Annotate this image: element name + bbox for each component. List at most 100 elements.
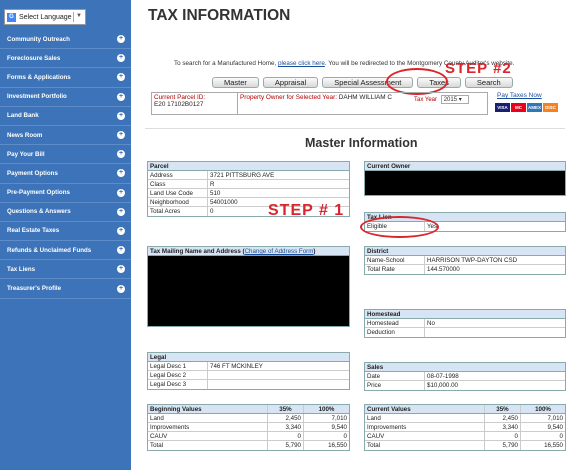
sidebar-item-news-room[interactable]: News Room +: [0, 126, 131, 146]
step1-annotation: STEP # 1: [268, 202, 345, 219]
table-row: Legal Desc 2: [148, 371, 349, 380]
current-parcel-cell: Current Parcel ID: E20 17102B0127: [152, 93, 238, 114]
table-row: Improvements 3,340 9,540: [365, 423, 565, 432]
row-label: Deduction: [365, 328, 425, 337]
row-label: Address: [148, 171, 208, 179]
tab-search[interactable]: Search: [464, 77, 513, 88]
current-values-table: Current Values 35% 100% Land 2,450 7,010 Imp…: [364, 404, 566, 451]
plus-icon[interactable]: +: [117, 284, 125, 293]
sidebar-item-label: Payment Options: [7, 169, 58, 177]
sidebar-item-forms-applications[interactable]: Forms & Applications +: [0, 68, 131, 88]
main-content: TAX INFORMATION To search for a Manufact…: [131, 0, 571, 470]
sales-table: Sales Date 08-07-1998 Price $10,000.00: [364, 362, 566, 391]
sidebar-item-refunds-unclaimed-funds[interactable]: Refunds & Unclaimed Funds +: [0, 241, 131, 261]
page-title: TAX INFORMATION: [148, 7, 291, 24]
sidebar-item-label: Real Estate Taxes: [7, 227, 60, 235]
row-value: 3,340: [268, 423, 304, 431]
manufactured-home-link[interactable]: please click here: [278, 60, 325, 67]
row-value: 510: [210, 190, 221, 197]
row-label: Land Use Code: [148, 189, 208, 197]
plus-icon[interactable]: +: [117, 73, 125, 82]
plus-icon[interactable]: +: [117, 111, 125, 120]
language-select[interactable]: G Select Language ▼: [4, 9, 86, 25]
district-header: District: [365, 247, 565, 256]
owner-label: Property Owner for Selected Year:: [240, 94, 337, 101]
sidebar-item-pay-your-bill[interactable]: Pay Your Bill +: [0, 145, 131, 165]
payment-cards: VISA MC AMEX DISC: [495, 103, 558, 112]
sales-header: Sales: [365, 363, 565, 372]
plus-icon[interactable]: +: [117, 92, 125, 101]
sidebar-item-label: Tax Liens: [7, 265, 36, 273]
chevron-down-icon: ▼: [76, 13, 82, 19]
row-value: 2,450: [485, 414, 521, 422]
homestead-table: Homestead Homestead No Deduction: [364, 309, 566, 338]
district-table: District Name-School HARRISON TWP-DAYTON …: [364, 246, 566, 275]
discover-icon: DISC: [543, 103, 558, 112]
step1-annotation-circle: [360, 216, 439, 238]
plus-icon[interactable]: +: [117, 169, 125, 178]
row-value: 144.570000: [427, 266, 460, 273]
table-row: Land Use Code 510: [148, 189, 349, 198]
row-label: Legal Desc 2: [148, 371, 208, 379]
plus-icon[interactable]: +: [117, 188, 125, 197]
table-row: Land 2,450 7,010: [365, 414, 565, 423]
row-value: 0: [268, 432, 304, 440]
sidebar-item-tax-liens[interactable]: Tax Liens +: [0, 260, 131, 280]
row-value: 7,010: [331, 415, 347, 422]
notice-text-before: To search for a Manufactured Home,: [174, 60, 278, 67]
row-label: Price: [365, 381, 425, 390]
change-address-link[interactable]: Change of Address Form: [245, 248, 314, 255]
table-header-row: Beginning Values 35% 100%: [148, 405, 349, 414]
row-value: 5,790: [485, 441, 521, 450]
table-row: Total 5,790 16,550: [148, 441, 349, 450]
sidebar: G Select Language ▼ Community Outreach + …: [0, 0, 131, 470]
sidebar-item-community-outreach[interactable]: Community Outreach +: [0, 30, 131, 50]
sidebar-item-label: News Room: [7, 131, 43, 139]
tab-master[interactable]: Master: [212, 77, 259, 88]
row-value: 08-07-1998: [427, 373, 459, 380]
sidebar-item-real-estate-taxes[interactable]: Real Estate Taxes +: [0, 222, 131, 242]
row-label: Neighborhood: [148, 198, 208, 206]
plus-icon[interactable]: +: [117, 35, 125, 44]
table-row: Improvements 3,340 9,540: [148, 423, 349, 432]
plus-icon[interactable]: +: [117, 265, 125, 274]
table-row: Land 2,450 7,010: [148, 414, 349, 423]
plus-icon[interactable]: +: [117, 246, 125, 255]
column-header: Current Values: [365, 405, 485, 413]
sidebar-item-questions-answers[interactable]: Questions & Answers +: [0, 203, 131, 222]
sidebar-item-land-bank[interactable]: Land Bank +: [0, 107, 131, 126]
sidebar-item-investment-portfolio[interactable]: Investment Portfolio +: [0, 88, 131, 107]
row-value: 0: [559, 433, 563, 440]
table-row: Price $10,000.00: [365, 381, 565, 390]
sidebar-item-foreclosure-sales[interactable]: Foreclosure Sales +: [0, 49, 131, 69]
plus-icon[interactable]: +: [117, 150, 125, 159]
row-value: 5,790: [268, 441, 304, 450]
table-row: Address 3721 PITTSBURG AVE: [148, 171, 349, 180]
row-value: Yes: [427, 223, 438, 230]
sidebar-item-treasurers-profile[interactable]: Treasurer's Profile +: [0, 279, 131, 299]
section-title: Master Information: [305, 136, 418, 150]
sidebar-item-pre-payment-options[interactable]: Pre-Payment Options +: [0, 184, 131, 203]
sidebar-item-label: Forms & Applications: [7, 73, 71, 81]
row-label: Homestead: [365, 319, 425, 327]
current-parcel-value: E20 17102B0127: [154, 101, 204, 108]
pay-taxes-link[interactable]: Pay Taxes Now: [497, 92, 542, 99]
row-label: Date: [365, 372, 425, 380]
owner-value: DAHM WILLIAM C: [338, 94, 393, 101]
table-row: Total 5,790 16,550: [365, 441, 565, 450]
mailing-table: Tax Mailing Name and Address (Change of …: [147, 246, 350, 327]
plus-icon[interactable]: +: [117, 226, 125, 235]
sidebar-item-label: Pay Your Bill: [7, 150, 45, 158]
row-value: No: [427, 320, 435, 327]
row-value: 746 FT MCKINLEY: [210, 363, 263, 370]
sidebar-item-payment-options[interactable]: Payment Options +: [0, 164, 131, 184]
plus-icon[interactable]: +: [117, 54, 125, 63]
row-label: Total Rate: [365, 265, 425, 274]
tax-year-select[interactable]: 2015 ▾: [440, 95, 469, 104]
tab-appraisal[interactable]: Appraisal: [262, 77, 319, 88]
table-row: Name-School HARRISON TWP-DAYTON CSD: [365, 256, 565, 265]
table-row: CAUV 0 0: [365, 432, 565, 441]
table-row: Legal Desc 1 746 FT MCKINLEY: [148, 362, 349, 371]
plus-icon[interactable]: +: [117, 131, 125, 140]
plus-icon[interactable]: +: [117, 207, 125, 216]
